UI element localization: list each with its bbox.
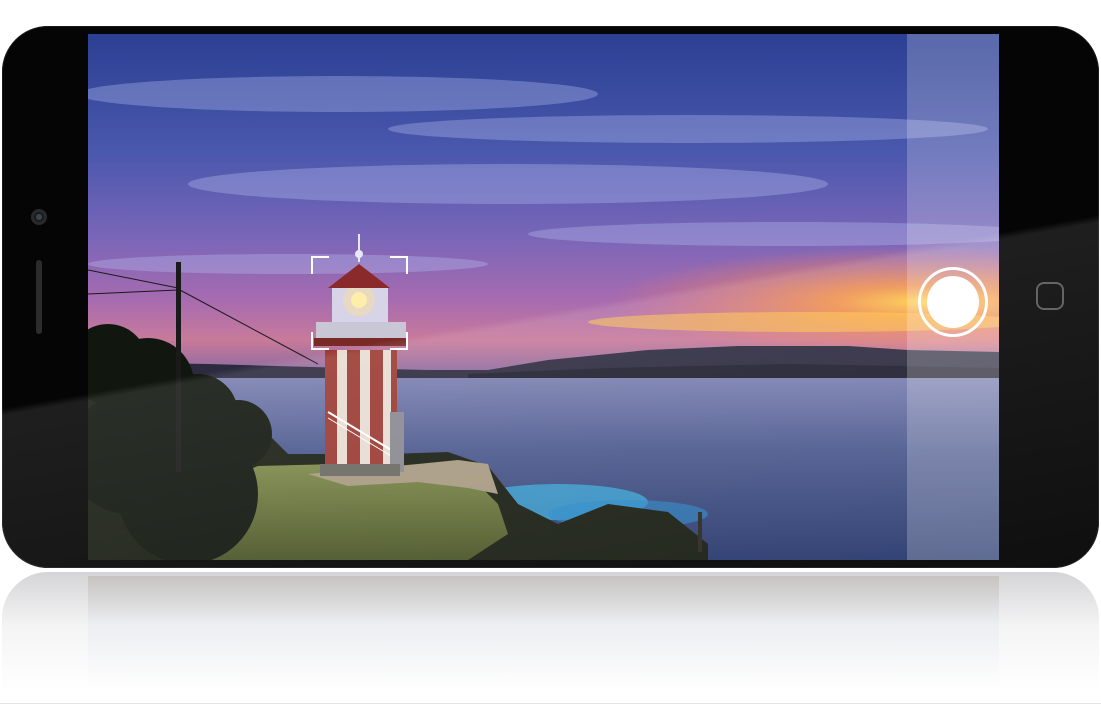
focus-corner-bottom-left — [311, 332, 329, 350]
shutter-button[interactable] — [918, 267, 988, 337]
speaker-grille-icon — [36, 260, 42, 334]
shutter-icon — [927, 276, 979, 328]
floor-line — [0, 703, 1101, 704]
front-camera-icon — [31, 209, 47, 225]
focus-brackets — [311, 256, 408, 350]
phone-body — [2, 26, 1099, 568]
phone-reflection — [2, 572, 1099, 692]
viewfinder-image — [88, 34, 999, 560]
product-stage — [0, 0, 1101, 710]
focus-corner-top-right — [390, 256, 408, 274]
camera-control-panel — [907, 34, 999, 560]
camera-screen — [88, 34, 999, 560]
focus-corner-top-left — [311, 256, 329, 274]
focus-corner-bottom-right — [390, 332, 408, 350]
home-button-icon[interactable] — [1036, 282, 1064, 310]
